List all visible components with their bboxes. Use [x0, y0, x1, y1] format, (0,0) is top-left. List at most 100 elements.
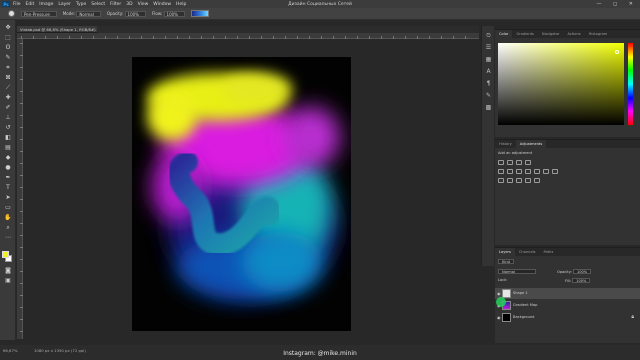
curves-icon[interactable] [516, 160, 522, 165]
panel-icon-strip: ⏲ ☰ ▦ A ¶ ✎ ▩ [481, 26, 494, 266]
threshold-icon[interactable] [516, 178, 522, 183]
photoshop-window: Ps File Edit Image Layer Type Select Fil… [0, 0, 640, 360]
tab-navigator[interactable]: Navigator [538, 30, 564, 38]
gradient-tool-icon[interactable]: ▤ [3, 144, 13, 152]
tab-adjustments[interactable]: Adjustments [515, 140, 547, 148]
eye-icon[interactable]: ◉ [497, 291, 501, 296]
gradient-map-icon[interactable] [525, 178, 531, 183]
options-bar: Pen-Pressure Mode: Normal Opacity: 100% … [0, 8, 640, 20]
layer-thumbnail [502, 313, 511, 322]
libraries-panel-icon[interactable]: ▦ [484, 56, 493, 64]
opacity-label: Opacity: [106, 11, 124, 16]
tab-paths[interactable]: Paths [540, 248, 558, 256]
pen-tool-icon[interactable]: ✒ [3, 174, 13, 182]
hand-tool-icon[interactable]: ✋ [3, 214, 13, 222]
tab-channels[interactable]: Channels [515, 248, 540, 256]
screen-mode-icon[interactable]: ▣ [3, 277, 13, 285]
history-brush-icon[interactable]: ↺ [3, 124, 13, 132]
color-panel: Color Gradients Navigator Actions Histog… [495, 29, 640, 137]
brightness-contrast-icon[interactable] [498, 160, 504, 165]
flow-field[interactable]: 100% [163, 10, 185, 17]
path-select-icon[interactable]: ➤ [3, 194, 13, 202]
gradient-swatch[interactable] [190, 10, 209, 17]
frame-tool-icon[interactable]: ⊠ [3, 74, 13, 82]
hue-saturation-icon[interactable] [507, 169, 513, 174]
hue-slider[interactable] [628, 43, 633, 125]
document-canvas[interactable] [132, 57, 351, 331]
adjustments-panel: History Adjustments Add an adjustment [495, 139, 640, 245]
type-tool-icon[interactable]: T [3, 184, 13, 192]
lock-row: Lock: [498, 278, 507, 282]
marquee-tool-icon[interactable]: ⬚ [3, 34, 13, 42]
kind-filter-dropdown[interactable]: Kind [498, 259, 514, 264]
tool-preset[interactable] [6, 10, 15, 17]
crop-tool-icon[interactable]: ⌗ [3, 64, 13, 72]
posterize-icon[interactable] [507, 178, 513, 183]
color-picker-marker[interactable] [615, 50, 619, 54]
tab-history[interactable]: History [495, 140, 516, 148]
quick-mask-icon[interactable]: ◙ [3, 267, 13, 275]
adjustments-panel-tabs: History Adjustments [495, 140, 640, 148]
properties-panel-icon[interactable]: ☰ [484, 44, 493, 52]
flow-label: Flow: [151, 11, 163, 16]
opacity-field[interactable]: 100% [124, 10, 146, 17]
window-title: Дизайн Социальных Сетей [288, 1, 352, 7]
move-tool-icon[interactable]: ✥ [3, 24, 13, 32]
layers-panel-tabs: Layers Channels Paths [495, 248, 640, 256]
layer-name: Gradient Map [513, 303, 538, 307]
tab-color[interactable]: Color [495, 30, 513, 38]
more-tools-icon[interactable]: ⋯ [3, 234, 13, 242]
layer-opacity-label: Opacity: [557, 270, 572, 274]
instagram-watermark: Instagram: @mike.minin [283, 350, 357, 357]
layer-name: Shape 1 [513, 291, 528, 295]
eraser-tool-icon[interactable]: ◧ [3, 134, 13, 142]
blend-mode-dropdown[interactable]: Normal [498, 269, 537, 274]
levels-icon[interactable] [507, 160, 513, 165]
clone-stamp-icon[interactable]: ⊥ [3, 114, 13, 122]
layer-row-shape-1[interactable]: ◉ Shape 1 [495, 288, 640, 299]
tab-actions[interactable]: Actions [564, 30, 585, 38]
invert-icon[interactable] [498, 178, 504, 183]
quick-select-tool-icon[interactable]: ✎ [3, 54, 13, 62]
paragraph-panel-icon[interactable]: ¶ [484, 80, 493, 88]
fill-field[interactable]: 100% [572, 278, 591, 283]
brush-tool-icon[interactable]: ✐ [3, 104, 13, 112]
swatches-panel-icon[interactable]: ▩ [484, 104, 493, 112]
layer-row-gradient-map[interactable]: ◉ Gradient Map [495, 300, 640, 311]
healing-brush-icon[interactable]: ✚ [3, 94, 13, 102]
gradient-artwork [132, 57, 351, 331]
window-controls[interactable]: — ◻ ✕ [596, 1, 638, 7]
color-balance-icon[interactable] [516, 169, 522, 174]
cursor-highlight [496, 297, 506, 307]
fill-label: Fill: [565, 279, 572, 283]
layer-opacity-field[interactable]: 100% [572, 269, 592, 274]
color-lookup-icon[interactable] [552, 169, 558, 174]
brushes-panel-icon[interactable]: ✎ [484, 92, 493, 100]
color-picker-field[interactable] [498, 43, 624, 125]
eye-icon[interactable]: ◉ [497, 315, 501, 320]
blur-tool-icon[interactable]: ◆ [3, 154, 13, 162]
layer-row-background[interactable]: ◉ Background 🔒︎ [495, 312, 640, 323]
vibrance-icon[interactable] [498, 169, 504, 174]
foreground-color-swatch[interactable] [2, 251, 9, 258]
dodge-tool-icon[interactable]: ● [3, 164, 13, 172]
tab-histogram[interactable]: Histogram [585, 30, 612, 38]
layers-panel: Layers Channels Paths Kind Normal Opacit… [495, 247, 640, 343]
lasso-tool-icon[interactable]: ʘ [3, 44, 13, 52]
black-white-icon[interactable] [525, 169, 531, 174]
shape-tool-icon[interactable]: ▭ [3, 204, 13, 212]
photo-filter-icon[interactable] [534, 169, 540, 174]
selective-color-icon[interactable] [534, 178, 540, 183]
tab-layers[interactable]: Layers [495, 248, 515, 256]
document-tab[interactable]: Vintab.psd @ 66,6% (Shape 1, RGB/8#) * [17, 26, 97, 33]
eyedropper-tool-icon[interactable]: ⟋ [3, 84, 13, 92]
history-panel-icon[interactable]: ⏲ [484, 32, 493, 40]
channel-mixer-icon[interactable] [543, 169, 549, 174]
tab-gradients[interactable]: Gradients [512, 30, 538, 38]
zoom-tool-icon[interactable]: ⌕ [3, 224, 13, 232]
menu-bar: Ps File Edit Image Layer Type Select Fil… [0, 0, 640, 8]
exposure-icon[interactable] [525, 160, 531, 165]
brush-preset-dropdown[interactable]: Pen-Pressure [21, 10, 57, 17]
mode-dropdown[interactable]: Normal [76, 10, 101, 17]
character-panel-icon[interactable]: A [484, 68, 493, 76]
